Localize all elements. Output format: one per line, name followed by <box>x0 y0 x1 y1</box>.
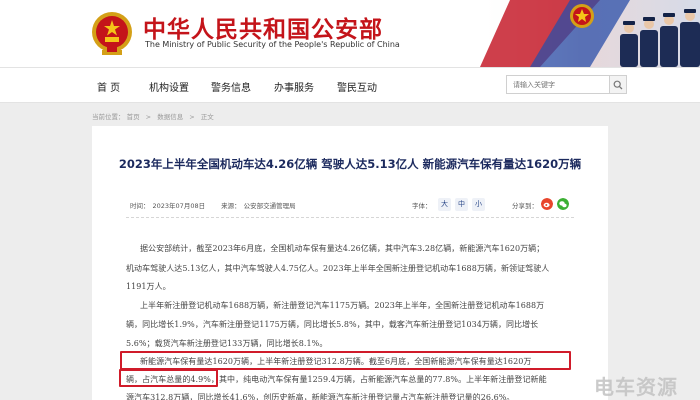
article-meta: 时间： 2023年07月08日 来源： 公安部交通管理局 <box>130 200 296 210</box>
paragraph-line: 上半年新注册登记机动车1688万辆，新注册登记汽车1175万辆。2023年上半年… <box>140 301 545 310</box>
search-button[interactable] <box>610 75 627 94</box>
site-header: 中华人民共和国公安部 The Ministry of Public Securi… <box>0 0 700 67</box>
nav-item-police-info[interactable]: 警务信息 <box>211 79 251 94</box>
search-icon <box>613 80 623 90</box>
font-size-medium-button[interactable]: 中 <box>455 198 468 211</box>
paragraph-line: 1191万人。 <box>126 282 171 291</box>
site-title: 中华人民共和国公安部 <box>143 17 383 43</box>
wechat-share-icon[interactable] <box>557 198 569 210</box>
police-banner-image <box>480 0 700 67</box>
source-label: 来源： <box>221 202 241 210</box>
publish-date: 2023年07月08日 <box>152 202 206 210</box>
font-size-small-button[interactable]: 小 <box>472 198 485 211</box>
share-label: 分享到： <box>512 202 538 210</box>
weibo-share-icon[interactable] <box>541 198 553 210</box>
site-subtitle: The Ministry of Public Security of the P… <box>145 40 400 49</box>
watermark-text: 电车资源 <box>594 375 678 399</box>
breadcrumb: 当前位置： 首页 > 数据信息 > 正文 <box>92 111 214 121</box>
nav-item-home[interactable]: 首 页 <box>97 79 120 94</box>
font-size-large-button[interactable]: 大 <box>438 198 451 211</box>
meta-divider <box>126 217 574 218</box>
time-label: 时间： <box>130 202 150 210</box>
paragraph-line: 机动车驾驶人达5.13亿人，其中汽车驾驶人4.75亿人。2023年上半年全国新注… <box>126 264 550 273</box>
paragraph-line: 辆，同比增长1.9%，汽车新注册登记1175万辆，同比增长5.8%，其中，载客汽… <box>126 320 539 329</box>
nav-item-interaction[interactable]: 警民互动 <box>337 79 377 94</box>
breadcrumb-data-info[interactable]: 数据信息 <box>157 113 183 121</box>
national-emblem-icon <box>92 12 132 55</box>
search-input[interactable] <box>506 75 610 94</box>
highlight-box <box>120 351 571 370</box>
nav-item-services[interactable]: 办事服务 <box>274 79 314 94</box>
paragraph-line: 5.6%；载货汽车新注册登记133万辆，同比增长8.1%。 <box>126 339 328 348</box>
breadcrumb-separator: > <box>189 113 195 121</box>
paragraph-line: 源汽车312.8万辆，同比增长41.6%，创历史新高，新能源汽车新注册登记量占汽… <box>126 393 515 400</box>
highlight-box <box>119 369 218 387</box>
nav-item-organization[interactable]: 机构设置 <box>149 79 189 94</box>
article-card: 2023年上半年全国机动车达4.26亿辆 驾驶人达5.13亿人 新能源汽车保有量… <box>92 126 608 400</box>
breadcrumb-current: 正文 <box>200 113 214 121</box>
article-source: 公安部交通管理局 <box>243 202 296 210</box>
article-title: 2023年上半年全国机动车达4.26亿辆 驾驶人达5.13亿人 新能源汽车保有量… <box>118 157 582 171</box>
breadcrumb-prefix: 当前位置： <box>92 113 125 121</box>
breadcrumb-separator: > <box>145 113 152 121</box>
paragraph-line: 据公安部统计，截至2023年6月底，全国机动车保有量达4.26亿辆，其中汽车3.… <box>140 244 545 253</box>
breadcrumb-home[interactable]: 首页 <box>127 113 140 121</box>
font-size-label: 字体： <box>412 202 432 210</box>
